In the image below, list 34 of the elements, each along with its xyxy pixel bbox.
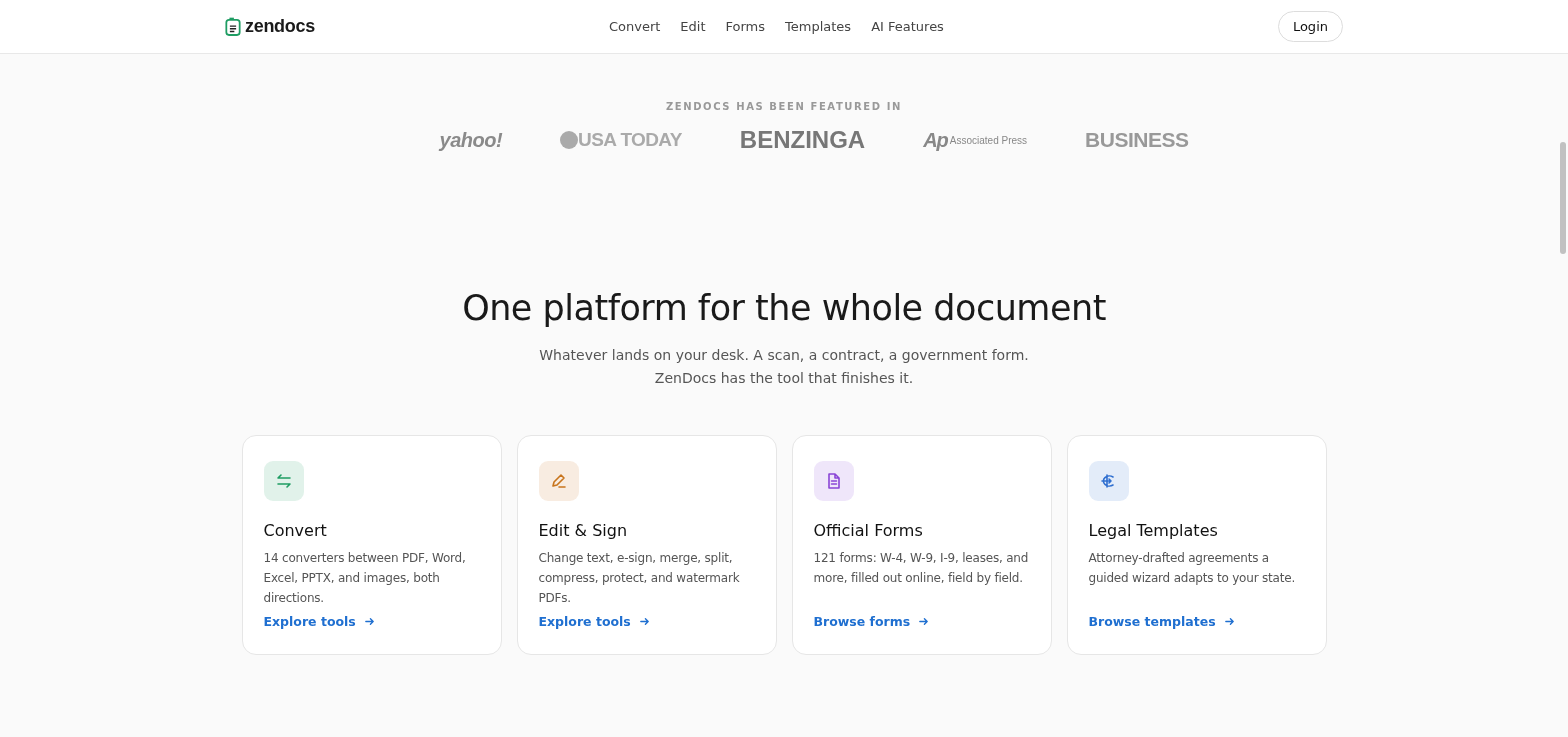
nav-link[interactable]: AI Features xyxy=(871,19,944,34)
card-title: Edit & Sign xyxy=(538,521,629,540)
press-logo: BUSINESS xyxy=(1085,128,1189,152)
card-description: 14 converters between PDF, Word, Excel, PPTX, and images, both directions. xyxy=(263,550,467,607)
card-title: Legal Templates xyxy=(1088,521,1219,540)
press-logo: ApAssociated Press xyxy=(923,128,1028,152)
brand-logo[interactable]: zendocs xyxy=(225,16,315,37)
login-button[interactable]: Login xyxy=(1277,11,1343,42)
nav-link[interactable]: Forms xyxy=(725,19,766,34)
card-title: Convert xyxy=(263,521,328,540)
nav-link[interactable]: Edit xyxy=(680,19,706,34)
card-link[interactable]: Browse forms xyxy=(813,614,1030,629)
arrow-right-icon xyxy=(638,616,650,627)
card-link[interactable]: Explore tools xyxy=(263,614,480,629)
section-title: One platform for the whole document xyxy=(461,288,1107,328)
card-description: 121 forms: W-4, W-9, I-9, leases, and more, filled out online, field by field. xyxy=(813,550,1030,587)
press-logo: BENZINGA xyxy=(739,126,866,154)
arrow-right-icon xyxy=(363,616,375,627)
nav-link[interactable]: Templates xyxy=(785,19,852,34)
featured-heading: ZENDOCS HAS BEEN FEATURED IN xyxy=(664,101,904,112)
pen-icon xyxy=(549,472,568,490)
nav-link[interactable]: Convert xyxy=(608,19,661,34)
press-logo: yahoo! xyxy=(439,128,503,152)
card-link[interactable]: Explore tools xyxy=(538,614,755,629)
card-description: Attorney-drafted agreements a guided wizard adapts to your state. xyxy=(1088,550,1297,587)
card-link[interactable]: Browse templates xyxy=(1088,614,1305,629)
swap-arrows-icon xyxy=(274,472,293,490)
arrow-right-icon xyxy=(918,616,930,627)
press-logo: USA TODAY xyxy=(560,129,682,151)
section-subtitle: ZenDocs has the tool that finishes it. xyxy=(653,369,915,388)
section-subtitle: Whatever lands on your desk. A scan, a contract, a government form. xyxy=(538,346,1030,365)
card-description: Change text, e-sign, merge, split, compress, protect, and watermark PDFs. xyxy=(538,550,741,607)
card-title: Official Forms xyxy=(813,521,924,540)
arrow-right-icon xyxy=(1223,616,1235,627)
